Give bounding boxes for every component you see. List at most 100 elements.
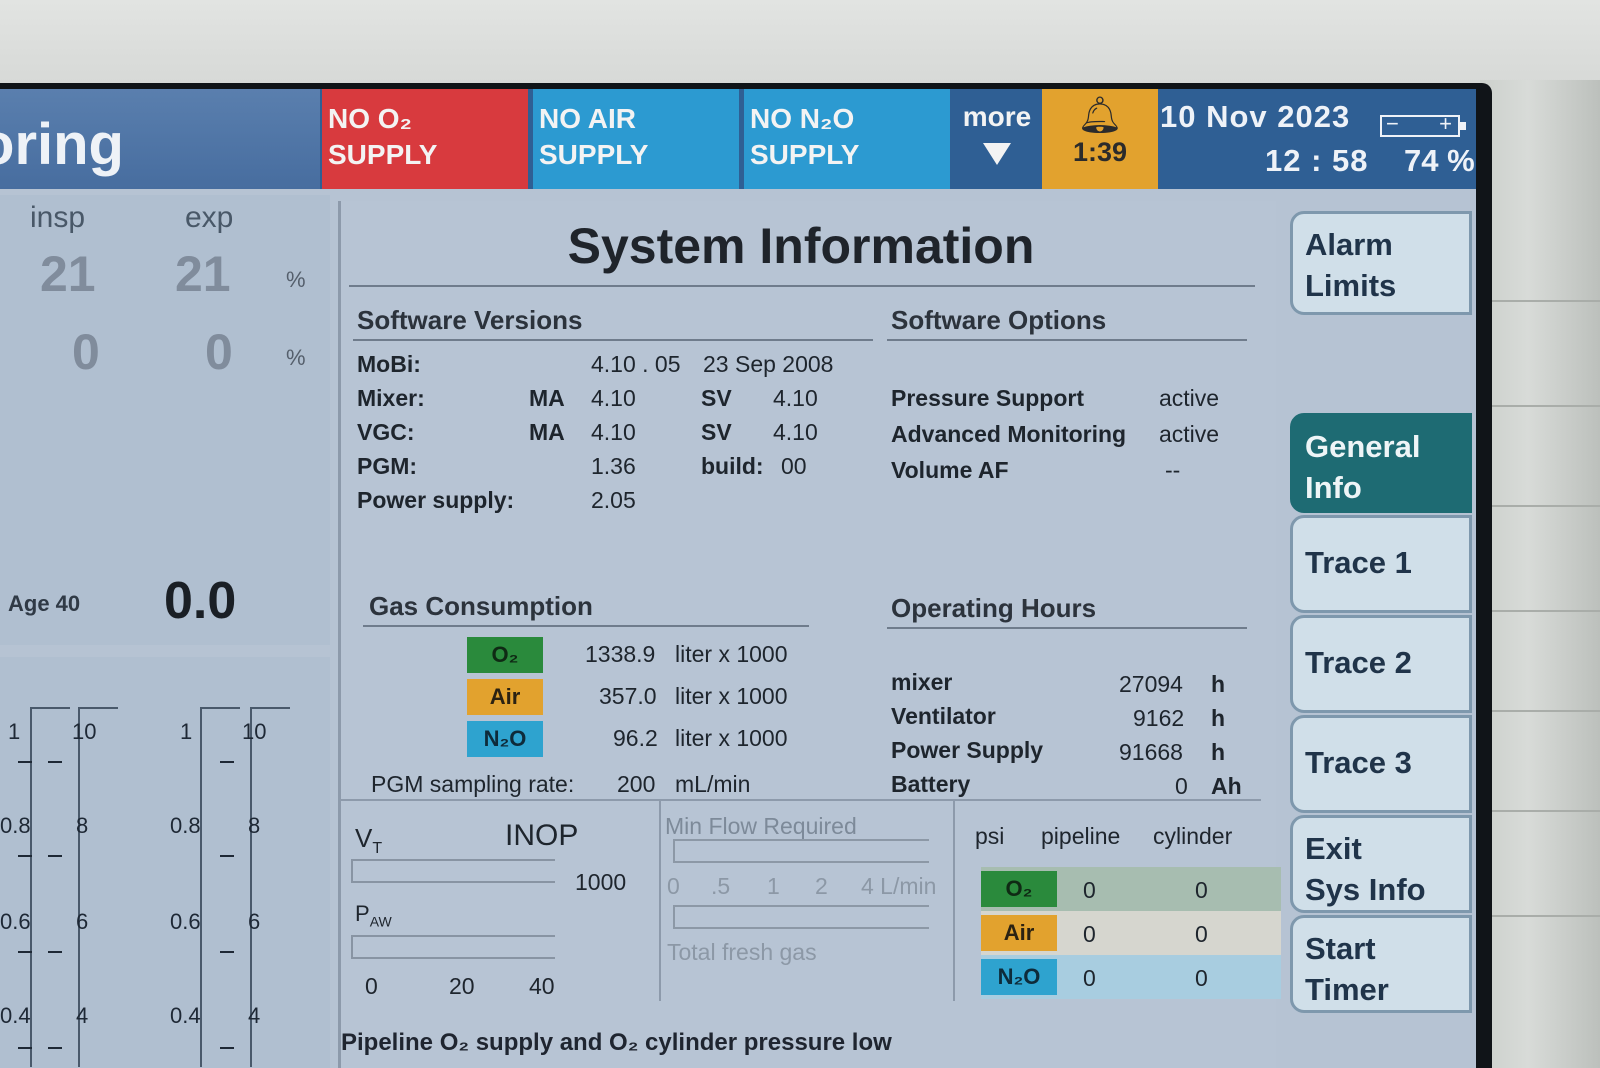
- chevron-down-icon: [983, 143, 1011, 165]
- general-info-button[interactable]: General Info: [1290, 413, 1472, 513]
- hours-unit: Ah: [1211, 773, 1242, 799]
- mobi-label: MoBi:: [357, 351, 421, 377]
- trace-1-button[interactable]: Trace 1: [1290, 515, 1472, 613]
- trace-3-button[interactable]: Trace 3: [1290, 715, 1472, 813]
- vt-gauge: [351, 859, 555, 883]
- page-title: System Information: [567, 218, 1035, 274]
- cylinder-value: 0: [1195, 965, 1208, 991]
- scale-label: 8: [248, 813, 261, 838]
- hours-name: Ventilator: [891, 703, 996, 729]
- option-name: Pressure Support: [891, 385, 1084, 411]
- exit-sys-info-button[interactable]: Exit Sys Info: [1290, 815, 1472, 913]
- button-label: Alarm: [1305, 227, 1393, 262]
- age-label: Age 40: [8, 591, 81, 616]
- button-label: Trace 1: [1305, 545, 1412, 580]
- min-flow-panel: Min Flow Required 0 .5 1 2 4 L/min Total…: [659, 801, 949, 1001]
- pgm-rate-label: PGM sampling rate:: [371, 771, 575, 797]
- scale-label: 10: [72, 719, 97, 744]
- hours-unit: h: [1211, 739, 1226, 765]
- hours-value: 91668: [1119, 739, 1183, 765]
- pgm-version: 1.36: [591, 453, 636, 479]
- vgc-label: VGC:: [357, 419, 415, 445]
- header-bar: oring NO O₂ SUPPLY NO AIR SUPPLY NO N₂O …: [0, 89, 1476, 189]
- button-label: Trace 2: [1305, 645, 1412, 680]
- total-fresh-gas-label: Total fresh gas: [667, 939, 817, 965]
- mixer-sv-version: 4.10: [773, 385, 818, 411]
- hours-unit: h: [1211, 671, 1226, 697]
- alarm-no-n2o-supply[interactable]: NO N₂O SUPPLY: [744, 89, 950, 189]
- build-label: build:: [701, 453, 764, 479]
- device-bezel-right: [1480, 80, 1600, 1068]
- button-label: Limits: [1305, 268, 1397, 303]
- battery-minus: −: [1386, 111, 1399, 136]
- gas-chip-air: Air: [981, 915, 1057, 951]
- hours-name: mixer: [891, 669, 953, 695]
- more-alarms-button[interactable]: more: [954, 89, 1040, 189]
- scale-label: 0.4: [0, 1003, 31, 1028]
- button-label: Start: [1305, 931, 1376, 966]
- insp-value: 0: [72, 324, 100, 380]
- pipeline-value: 0: [1083, 921, 1096, 947]
- vgc-ma-version: 4.10: [591, 419, 636, 445]
- mobi-date: 23 Sep 2008: [703, 351, 834, 377]
- pipeline-value: 0: [1083, 965, 1096, 991]
- button-label: Info: [1305, 470, 1362, 505]
- hours-unit: h: [1211, 705, 1226, 731]
- scale-label: 6: [248, 909, 261, 934]
- min-flow-tick: 0: [667, 873, 680, 899]
- scale-label: 8: [76, 813, 89, 838]
- screen-title: oring: [0, 89, 320, 189]
- gas-chip-air: Air: [467, 679, 543, 715]
- alarm-silence-button[interactable]: 🔔︎ 1:39: [1042, 89, 1158, 189]
- battery-percent: 74 %: [1404, 143, 1475, 178]
- min-flow-gauge: [673, 839, 929, 863]
- min-flow-tick: 2: [815, 873, 828, 899]
- min-flow-tick: .5: [711, 873, 731, 899]
- pgm-rate-unit: mL/min: [675, 771, 751, 797]
- date-display: 10 Nov 2023: [1160, 99, 1351, 134]
- hours-value: 27094: [1119, 671, 1183, 697]
- mixer-ma-version: 4.10: [591, 385, 636, 411]
- scale-label: 6: [76, 909, 89, 934]
- pipeline-value: 0: [1083, 877, 1096, 903]
- alarm-no-o2-supply[interactable]: NO O₂ SUPPLY: [322, 89, 528, 189]
- scale-label: 0.6: [170, 909, 201, 934]
- option-name: Volume AF: [891, 457, 1009, 483]
- status-message: Pipeline O₂ supply and O₂ cylinder press…: [341, 1029, 892, 1056]
- min-flow-tick: 4 L/min: [861, 873, 937, 899]
- battery-plus: +: [1439, 111, 1452, 136]
- total-fresh-gas-gauge: [673, 905, 929, 929]
- vt-max: 1000: [575, 869, 627, 895]
- scale-label: 4: [248, 1003, 261, 1028]
- scale-label: 1: [8, 719, 21, 744]
- sv-label: SV: [701, 419, 732, 445]
- bar-scale: 10 8 6 4: [220, 707, 292, 1068]
- software-options-heading: Software Options: [891, 305, 1107, 335]
- pipeline-header: pipeline: [1041, 823, 1121, 849]
- option-state: active: [1159, 385, 1220, 411]
- gas-consumption-value: 1338.9: [585, 641, 656, 667]
- pgm-rate-value: 200: [617, 771, 656, 797]
- option-state: --: [1165, 457, 1181, 483]
- trace-2-button[interactable]: Trace 2: [1290, 615, 1472, 713]
- bar-scales-panel: 1 0.8 0.6 0.4 10 8 6 4 1 0.8 0.6 0.4 10 …: [0, 657, 330, 1068]
- alarm-no-air-supply[interactable]: NO AIR SUPPLY: [533, 89, 739, 189]
- cylinder-value: 0: [1195, 921, 1208, 947]
- gas-consumption-value: 96.2: [613, 725, 658, 751]
- ma-label: MA: [529, 419, 565, 445]
- ma-label: MA: [529, 385, 565, 411]
- time-display: 12 : 58: [1265, 143, 1369, 178]
- alarm-limits-button[interactable]: Alarm Limits: [1290, 211, 1472, 315]
- insp-value: 21: [40, 246, 96, 302]
- button-label: Sys Info: [1305, 872, 1426, 907]
- gas-consumption-value: 357.0: [599, 683, 657, 709]
- gas-consumption-unit: liter x 1000: [675, 641, 788, 667]
- more-label: more: [962, 101, 1032, 132]
- psi-row-air: Air 0 0: [981, 911, 1281, 955]
- start-timer-button[interactable]: Start Timer: [1290, 915, 1472, 1013]
- power-supply-label: Power supply:: [357, 487, 515, 513]
- cylinder-header: cylinder: [1153, 823, 1233, 849]
- vt-inop: INOP: [505, 819, 579, 852]
- hours-value: 9162: [1133, 705, 1185, 731]
- exp-value: 21: [175, 246, 231, 302]
